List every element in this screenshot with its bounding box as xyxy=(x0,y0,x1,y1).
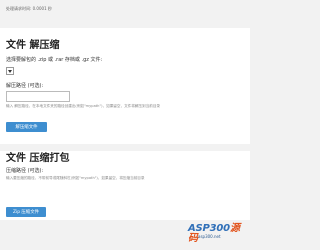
archive-select-label: 选择要解包的 .zip 或 .rar 存档或 .gz 文件: xyxy=(6,57,103,63)
zip-button[interactable]: Zip 压缩文件 xyxy=(6,207,46,217)
archive-select[interactable] xyxy=(6,67,14,75)
extract-title: 文件 解压缩 xyxy=(6,40,60,51)
compress-title: 文件 压缩打包 xyxy=(6,153,70,164)
extract-path-label: 解压路径 (可选): xyxy=(6,83,44,89)
request-timing-text: 处理请求时间: 0.0001 秒 xyxy=(6,6,52,11)
compress-path-label: 压缩路径 (可选): xyxy=(6,168,44,174)
logo-domain: asp300.net xyxy=(198,234,221,239)
site-logo: ASP300源码 asp300.net xyxy=(188,224,246,244)
compress-path-hint: 输入要压缩的路径，不带前导或尾随斜杠(例如"mypath")，如果留空，将压缩当… xyxy=(6,176,145,180)
extract-path-hint: 输入 解压路径，在本地文件夹的路径创建出(例如"mypath")，如果留空，文件… xyxy=(6,104,161,108)
extract-button[interactable]: 解压缩文件 xyxy=(6,122,47,132)
chevron-down-icon xyxy=(8,70,13,74)
extract-path-input[interactable] xyxy=(6,91,70,102)
extract-panel: 文件 解压缩 选择要解包的 .zip 或 .rar 存档或 .gz 文件: 解压… xyxy=(0,28,250,144)
compress-panel: 文件 压缩打包 压缩路径 (可选): 输入要压缩的路径，不带前导或尾随斜杠(例如… xyxy=(0,151,250,220)
